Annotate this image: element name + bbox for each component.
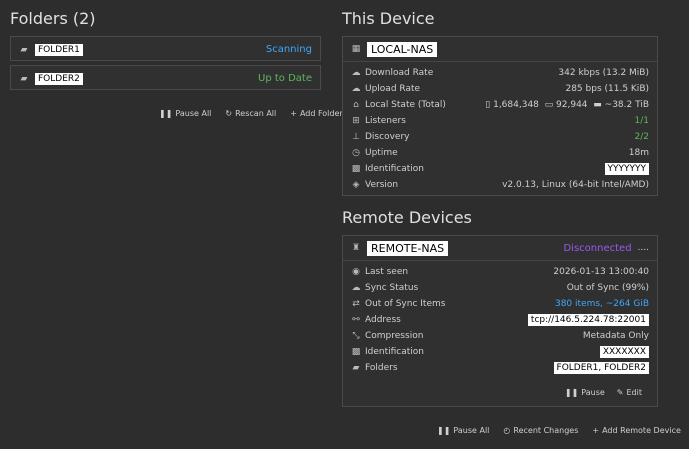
plus-icon: + [592,426,600,435]
folders-title: Folders (2) [10,9,96,28]
remote-device-name: REMOTE-NAS [367,240,449,256]
compression-label: Compression [365,331,424,341]
download-rate-value: 342 kbps (13.2 MiB) [558,68,649,78]
remote-identification-value[interactable]: XXXXXXX [599,346,649,358]
version-label: Version [365,180,399,190]
network-icon: ▦ [351,44,361,54]
add-folder-label: Add Folder [299,109,343,118]
upload-rate-value: 285 bps (11.5 KiB) [565,84,649,94]
listeners-value: 1/1 [634,116,649,126]
out-of-sync-link[interactable]: 380 items, ~264 GiB [555,299,649,309]
pause-device-button[interactable]: ❚❚ Pause [565,388,605,397]
local-dirs-count: 92,944 [556,100,588,110]
cloud-download-icon: ☁ [351,68,361,78]
pause-all-devices-button[interactable]: ❚❚ Pause All [437,426,489,435]
folder-item-2[interactable]: ▰ FOLDER2 Up to Date [10,65,321,90]
remote-device-panel: ♜ REMOTE-NAS Disconnected .... ◉ Last see… [342,235,658,407]
add-folder-button[interactable]: + Add Folder [290,109,342,118]
upload-rate-label: Upload Rate [365,84,421,94]
recent-changes-button[interactable]: ◴ Recent Changes [503,426,578,435]
local-size: ~38.2 TiB [604,100,649,110]
rescan-all-label: Rescan All [235,109,277,118]
pause-icon: ❚❚ [564,388,579,397]
cloud-upload-icon: ☁ [351,84,361,94]
edit-device-button[interactable]: ✎ Edit [617,388,642,397]
qrcode-icon: ▩ [351,347,361,357]
last-seen-value: 2026-01-13 13:00:40 [553,267,649,277]
pause-icon: ❚❚ [159,109,173,118]
discovery-label: Discovery [365,132,410,142]
plus-icon: + [290,109,297,118]
rescan-all-button[interactable]: ↻ Rescan All [225,109,276,118]
folder-status: Up to Date [258,73,312,84]
remote-identification-label: Identification [365,347,425,357]
qrcode-icon: ▩ [351,164,361,174]
clock-icon: ◷ [352,148,360,158]
address-value: tcp://146.5.224.78:22001 [527,314,649,326]
pencil-icon: ✎ [616,388,624,397]
identification-value[interactable]: YYYYYYY [604,163,649,175]
sync-status-value: Out of Sync (99%) [566,283,649,293]
sitemap-icon: ⊞ [352,116,360,126]
pause-all-folders-button[interactable]: ❚❚ Pause All [159,109,211,118]
folder-icon: ▰ [20,73,28,84]
folder-name: FOLDER2 [35,72,83,85]
folder-name: FOLDER1 [35,43,83,56]
remote-devices-title: Remote Devices [342,208,472,227]
link-icon: ⚯ [352,315,360,325]
uptime-label: Uptime [365,148,398,158]
history-icon: ◴ [503,426,511,435]
home-icon: ⌂ [353,100,359,110]
local-state-value: ▯ 1,684,348 ▭ 92,944 ▬ ~38.2 TiB [485,100,649,110]
pause-all-label: Pause All [175,109,212,118]
remote-status: Disconnected [563,242,632,254]
folder-status: Scanning [265,44,312,55]
discovery-value: 2/2 [634,132,649,142]
out-of-sync-label: Out of Sync Items [365,299,446,309]
folder-icon: ▰ [352,363,360,373]
this-device-panel: ▦ LOCAL-NAS ☁ Download Rate 342 kbps (13.2… [342,36,658,196]
edit-device-label: Edit [626,388,643,397]
uptime-value: 18m [628,148,649,158]
version-value: v2.0.13, Linux (64-bit Intel/AMD) [502,180,649,190]
this-device-title: This Device [342,9,435,28]
remote-device-header[interactable]: ♜ REMOTE-NAS Disconnected .... [343,236,657,261]
recent-changes-label: Recent Changes [513,426,579,435]
remote-folders-value: FOLDER1, FOLDER2 [553,362,649,374]
listeners-label: Listeners [365,116,406,126]
add-remote-device-label: Add Remote Device [602,426,681,435]
remote-folders-label: Folders [365,363,398,373]
signpost-icon: ⊥ [352,132,360,142]
address-label: Address [365,315,401,325]
sync-status-label: Sync Status [365,283,419,293]
pause-all-devices-label: Pause All [453,426,490,435]
pause-device-label: Pause [581,388,605,397]
compression-value: Metadata Only [582,331,649,341]
local-state-label: Local State (Total) [365,100,446,110]
exchange-icon: ⇄ [352,299,360,309]
eye-icon: ◉ [352,267,360,277]
last-seen-label: Last seen [365,267,409,277]
server-icon: ♜ [351,243,361,253]
file-icon: ▯ [485,100,491,110]
remote-status-suffix: .... [637,243,649,253]
download-rate-label: Download Rate [365,68,434,78]
refresh-icon: ↻ [225,109,233,118]
hdd-icon: ▬ [593,100,602,110]
compress-icon: ⤡ [352,331,360,341]
folder-icon: ▭ [544,100,554,110]
folder-item-1[interactable]: ▰ FOLDER1 Scanning [10,36,321,61]
device-name: LOCAL-NAS [367,41,438,57]
folder-icon: ▰ [20,44,28,55]
identification-label: Identification [365,164,425,174]
tag-icon: ◈ [352,180,360,190]
local-files-count: 1,684,348 [493,100,539,110]
add-remote-device-button[interactable]: + Add Remote Device [592,426,681,435]
cloud-icon: ☁ [351,283,361,293]
pause-icon: ❚❚ [437,426,451,435]
